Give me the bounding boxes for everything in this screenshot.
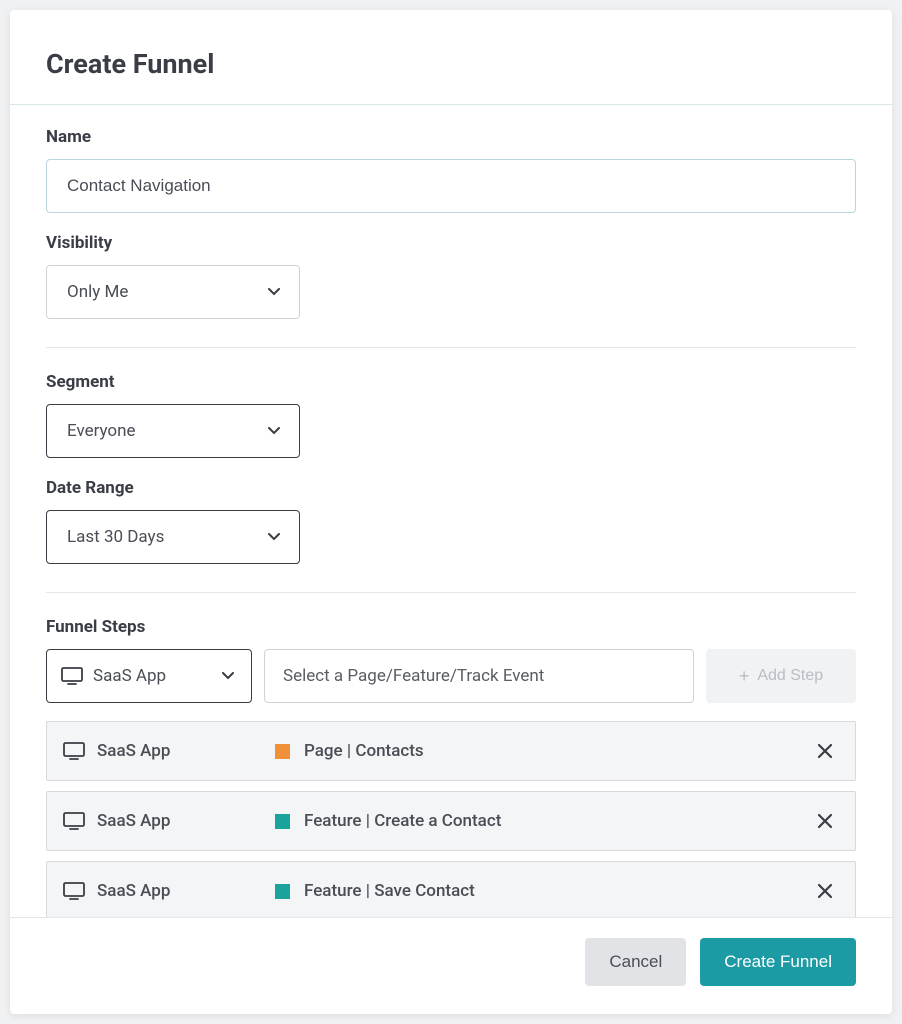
modal-body: Name Visibility Only Me Segment Everyone bbox=[10, 105, 892, 917]
step-event-label: Feature | Save Contact bbox=[304, 881, 475, 901]
chevron-down-icon bbox=[267, 424, 281, 438]
visibility-section: Visibility Only Me bbox=[46, 233, 856, 319]
name-label: Name bbox=[46, 127, 856, 147]
create-funnel-button[interactable]: Create Funnel bbox=[700, 938, 856, 986]
visibility-select[interactable]: Only Me bbox=[46, 265, 300, 319]
step-app: SaaS App bbox=[63, 811, 275, 831]
step-app: SaaS App bbox=[63, 741, 275, 761]
segment-select[interactable]: Everyone bbox=[46, 404, 300, 458]
create-funnel-modal: Create Funnel Name Visibility Only Me Se… bbox=[10, 10, 892, 1014]
date-range-section: Date Range Last 30 Days bbox=[46, 478, 856, 564]
funnel-steps-section: Funnel Steps SaaS App Select a Page/Feat… bbox=[46, 617, 856, 917]
step-app-name: SaaS App bbox=[97, 741, 170, 761]
name-section: Name bbox=[46, 127, 856, 213]
modal-header: Create Funnel bbox=[10, 10, 892, 105]
step-app-name: SaaS App bbox=[97, 881, 170, 901]
date-range-label: Date Range bbox=[46, 478, 856, 498]
step-app-name: SaaS App bbox=[97, 811, 170, 831]
add-step-row: SaaS App Select a Page/Feature/Track Eve… bbox=[46, 649, 856, 703]
app-select[interactable]: SaaS App bbox=[46, 649, 252, 703]
plus-icon: + bbox=[739, 666, 750, 687]
chevron-down-icon bbox=[221, 669, 235, 683]
monitor-icon bbox=[63, 742, 85, 760]
color-swatch bbox=[275, 814, 290, 829]
step-app: SaaS App bbox=[63, 881, 275, 901]
cancel-button[interactable]: Cancel bbox=[585, 938, 686, 986]
monitor-icon bbox=[61, 667, 83, 685]
app-select-value: SaaS App bbox=[93, 666, 211, 686]
add-step-label: Add Step bbox=[757, 667, 823, 685]
divider bbox=[46, 592, 856, 593]
modal-title: Create Funnel bbox=[46, 48, 856, 80]
name-input[interactable] bbox=[46, 159, 856, 213]
monitor-icon bbox=[63, 812, 85, 830]
visibility-label: Visibility bbox=[46, 233, 856, 253]
steps-list: SaaS App Page | Contacts SaaS App Feature |… bbox=[46, 721, 856, 917]
monitor-icon bbox=[63, 882, 85, 900]
color-swatch bbox=[275, 744, 290, 759]
remove-step-button[interactable] bbox=[813, 809, 837, 833]
event-placeholder: Select a Page/Feature/Track Event bbox=[283, 666, 544, 686]
funnel-steps-label: Funnel Steps bbox=[46, 617, 856, 637]
remove-step-button[interactable] bbox=[813, 739, 837, 763]
step-label: Feature | Create a Contact bbox=[275, 811, 813, 831]
divider bbox=[46, 347, 856, 348]
chevron-down-icon bbox=[267, 530, 281, 544]
step-event-label: Page | Contacts bbox=[304, 741, 424, 761]
step-label: Page | Contacts bbox=[275, 741, 813, 761]
funnel-step: SaaS App Feature | Save Contact bbox=[46, 861, 856, 917]
funnel-step: SaaS App Feature | Create a Contact bbox=[46, 791, 856, 851]
color-swatch bbox=[275, 884, 290, 899]
date-range-select[interactable]: Last 30 Days bbox=[46, 510, 300, 564]
segment-value: Everyone bbox=[67, 421, 136, 441]
modal-footer: Cancel Create Funnel bbox=[10, 917, 892, 1014]
event-select[interactable]: Select a Page/Feature/Track Event bbox=[264, 649, 694, 703]
add-step-button[interactable]: + Add Step bbox=[706, 649, 856, 703]
date-range-value: Last 30 Days bbox=[67, 527, 164, 547]
remove-step-button[interactable] bbox=[813, 879, 837, 903]
segment-label: Segment bbox=[46, 372, 856, 392]
visibility-value: Only Me bbox=[67, 282, 128, 302]
segment-section: Segment Everyone bbox=[46, 372, 856, 458]
step-event-label: Feature | Create a Contact bbox=[304, 811, 501, 831]
funnel-step: SaaS App Page | Contacts bbox=[46, 721, 856, 781]
step-label: Feature | Save Contact bbox=[275, 881, 813, 901]
chevron-down-icon bbox=[267, 285, 281, 299]
